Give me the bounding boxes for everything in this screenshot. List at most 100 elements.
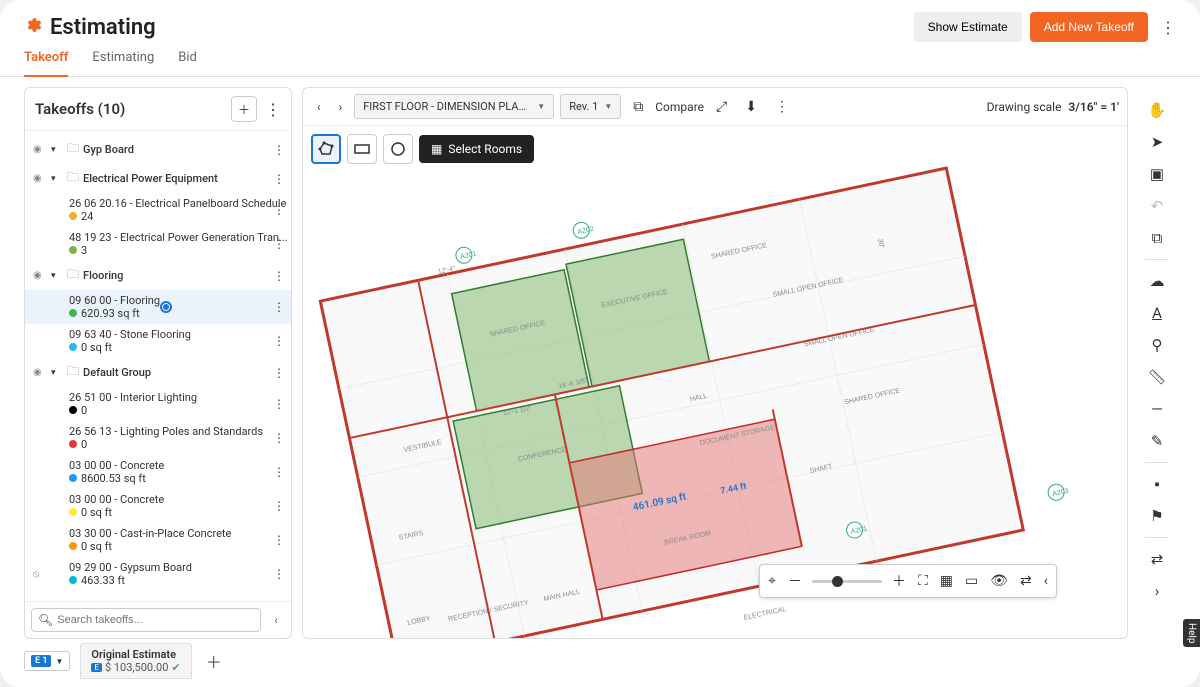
prev-page-icon[interactable]: ‹ (311, 96, 327, 118)
row-more-icon[interactable]: ⋮ (273, 465, 285, 479)
tab-estimating[interactable]: Estimating (92, 50, 154, 76)
collapse-sidebar-icon[interactable]: ‹ (267, 613, 285, 627)
undo-icon[interactable]: ↶ (1142, 191, 1172, 221)
pencil-icon[interactable]: ✎ (1142, 426, 1172, 456)
grid-icon[interactable]: ▦ (938, 571, 955, 591)
estimate-tab[interactable]: Original Estimate E $ 103,500.00 ✔ (80, 643, 191, 679)
visibility-icon[interactable]: ◉ (33, 144, 47, 155)
ruler-icon[interactable]: 📏︎ (1142, 362, 1172, 392)
row-more-icon[interactable]: ⋮ (273, 269, 285, 283)
row-more-icon[interactable]: ⋮ (273, 431, 285, 445)
takeoff-group[interactable]: ◉ ▾ 🗀 Electrical Power Equipment ⋮ (25, 164, 291, 193)
right-tool-rail: ✋ ➤ ▣ ↶ ⧉ ☁ A ⚲ 📏︎ — ✎ ▪ ⚑ ⇄ › (1138, 87, 1176, 639)
compare-label[interactable]: Compare (655, 100, 704, 114)
takeoff-item[interactable]: 48 19 23 - Electrical Power Generation T… (25, 227, 291, 261)
swap-icon[interactable]: ⇄ (1142, 544, 1172, 574)
document-select[interactable]: FIRST FLOOR - DIMENSION PLAN - ... ▼ (354, 94, 554, 119)
takeoff-group[interactable]: ◉ ▾ 🗀 Flooring ⋮ (25, 261, 291, 290)
chevron-down-icon[interactable]: ▾ (51, 174, 63, 184)
estimate-selector[interactable]: E 1 ▼ (24, 651, 70, 671)
comment-icon[interactable]: ▪ (1142, 469, 1172, 499)
back-icon[interactable]: ‹ (1042, 571, 1050, 591)
selected-radio-icon[interactable] (160, 301, 172, 313)
takeoff-group[interactable]: ◉ ▾ 🗀 Default Group ⋮ (25, 358, 291, 387)
takeoff-item[interactable]: 03 00 00 - Concrete8600.53 sq ft⋮ (25, 455, 291, 489)
view-toolbar: ⌖ － ＋ ⛶ ▦ ▭ 👁 ⇄ ‹ (759, 564, 1057, 598)
swap-icon[interactable]: ⇄ (1018, 571, 1034, 591)
more-menu-icon[interactable]: ⋮ (1160, 18, 1176, 37)
show-estimate-button[interactable]: Show Estimate (914, 12, 1022, 42)
gear-icon (24, 16, 42, 39)
floor-plan[interactable]: SHARED OFFICE EXECUTIVE OFFICE CONFERENC… (303, 126, 1127, 638)
row-more-icon[interactable]: ⋮ (273, 203, 285, 217)
visibility-icon[interactable]: 👁 (988, 571, 1010, 591)
takeoff-item[interactable]: ⦸ 09 29 00 - Gypsum Board463.33 ft⋮ (25, 557, 291, 591)
zoom-in-icon[interactable]: ＋ (890, 569, 908, 593)
check-icon: ✔ (171, 661, 180, 674)
takeoff-item[interactable]: 03 30 00 - Cast-in-Place Concrete0 sq ft… (25, 523, 291, 557)
chevron-down-icon[interactable]: ▾ (51, 368, 63, 378)
chevron-down-icon[interactable]: ▾ (51, 145, 63, 155)
visibility-off-icon[interactable]: ⦸ (33, 569, 47, 580)
cursor-icon[interactable]: ➤ (1142, 127, 1172, 157)
search-icon: 🔍︎ (38, 613, 53, 627)
nav-tabs: Takeoff Estimating Bid (0, 42, 1200, 77)
fit-icon[interactable]: ⛶ (916, 571, 930, 591)
row-more-icon[interactable]: ⋮ (273, 499, 285, 513)
flag-icon[interactable]: ⚑ (1142, 501, 1172, 531)
rectangle-tool-icon[interactable] (347, 134, 377, 164)
row-more-icon[interactable]: ⋮ (273, 300, 285, 314)
pan-hand-icon[interactable]: ✋ (1142, 95, 1172, 125)
zoom-slider[interactable] (812, 580, 882, 583)
row-more-icon[interactable]: ⋮ (273, 366, 285, 380)
row-more-icon[interactable]: ⋮ (273, 397, 285, 411)
revision-select[interactable]: Rev. 1 ▼ (560, 94, 621, 119)
takeoff-item[interactable]: 09 60 00 - Flooring 620.93 sq ft ⋮ (25, 290, 291, 324)
takeoff-group[interactable]: ◉ ▾ 🗀 Gyp Board ⋮ (25, 135, 291, 164)
takeoff-item[interactable]: 09 63 40 - Stone Flooring 0 sq ft ⋮ (25, 324, 291, 358)
add-takeoff-button[interactable]: Add New Takeoff (1030, 12, 1148, 42)
zoom-out-icon[interactable]: － (786, 569, 804, 593)
chevron-down-icon[interactable]: ▾ (51, 271, 63, 281)
locate-icon[interactable]: ⌖ (766, 571, 778, 591)
download-icon[interactable]: ⬇ (739, 95, 763, 119)
search-input-field[interactable] (57, 614, 254, 626)
row-more-icon[interactable]: ⋮ (273, 334, 285, 348)
visibility-icon[interactable]: ◉ (33, 173, 47, 184)
search-takeoffs-input[interactable]: 🔍︎ (31, 608, 261, 632)
takeoff-item[interactable]: 26 51 00 - Interior Lighting0⋮ (25, 387, 291, 421)
takeoff-item[interactable]: 26 06 20.16 - Electrical Panelboard Sche… (25, 193, 291, 227)
row-more-icon[interactable]: ⋮ (273, 567, 285, 581)
polygon-tool-icon[interactable] (311, 134, 341, 164)
compare-icon[interactable]: ⧉ (627, 95, 649, 119)
collapse-right-icon[interactable]: › (1142, 576, 1172, 606)
takeoff-item[interactable]: 03 00 00 - Concrete0 sq ft⋮ (25, 489, 291, 523)
copy-icon[interactable]: ⧉ (1142, 223, 1172, 253)
select-rooms-button[interactable]: ▦ Select Rooms (419, 135, 534, 163)
visibility-icon[interactable]: ◉ (33, 270, 47, 281)
add-takeoff-small-button[interactable]: ＋ (231, 96, 257, 122)
visibility-icon[interactable]: ◉ (33, 367, 47, 378)
tab-bid[interactable]: Bid (178, 50, 197, 76)
page-icon[interactable]: ▭ (963, 571, 980, 591)
row-more-icon[interactable]: ⋮ (273, 237, 285, 251)
tab-takeoff[interactable]: Takeoff (24, 50, 68, 77)
row-more-icon[interactable]: ⋮ (273, 143, 285, 157)
stamp-icon[interactable]: ⚲ (1142, 330, 1172, 360)
rooms-icon: ▦ (431, 142, 442, 156)
marquee-select-icon[interactable]: ▣ (1142, 159, 1172, 189)
row-more-icon[interactable]: ⋮ (273, 533, 285, 547)
row-more-icon[interactable]: ⋮ (273, 172, 285, 186)
open-external-icon[interactable]: ⤢ (710, 95, 733, 119)
circle-tool-icon[interactable] (383, 134, 413, 164)
add-estimate-tab-button[interactable]: ＋ (202, 649, 226, 673)
sidebar-more-icon[interactable]: ⋮ (265, 100, 281, 119)
minus-icon[interactable]: — (1142, 394, 1172, 424)
cloud-icon[interactable]: ☁ (1142, 266, 1172, 296)
toolbar-more-icon[interactable]: ⋮ (769, 95, 795, 119)
text-icon[interactable]: A (1142, 298, 1172, 328)
help-tab[interactable]: Help (1183, 619, 1200, 639)
sidebar-title: Takeoffs (10) (35, 100, 125, 118)
takeoff-item[interactable]: 26 56 13 - Lighting Poles and Standards0… (25, 421, 291, 455)
next-page-icon[interactable]: › (333, 96, 349, 118)
